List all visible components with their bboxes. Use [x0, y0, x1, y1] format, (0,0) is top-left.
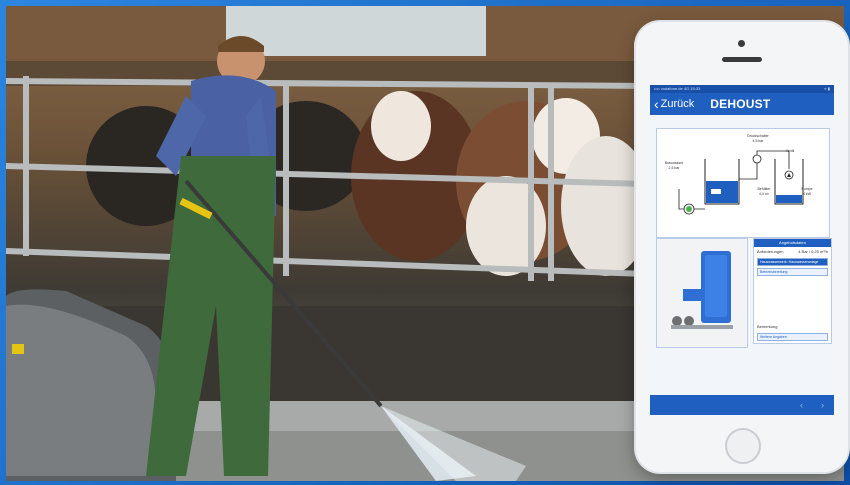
- carrier-text: •••• vodafone.de 4G 15:33: [654, 86, 701, 91]
- remarks-field[interactable]: Weitere Angaben: [757, 333, 828, 341]
- form-header: Angebotsdaten: [754, 239, 831, 247]
- system-diagram-card[interactable]: Brauwasser 2,5 bar Druckschalter 4,5 bar…: [656, 128, 830, 238]
- quote-form-card: Angebotsdaten Anforderungen 4 Bar / 0.25…: [753, 238, 832, 344]
- chevron-left-icon: ‹: [654, 96, 659, 112]
- battery-icon: ⋄ ▮: [824, 86, 830, 91]
- inlet-sub-label: 2,5 bar: [668, 166, 680, 170]
- bottom-toolbar: ‹ ›: [650, 395, 834, 415]
- back-label: Zurück: [660, 98, 695, 110]
- nav-bar: ‹ Zurück DEHOUST: [650, 93, 834, 115]
- next-button[interactable]: ›: [821, 400, 824, 410]
- form-row-remarks: Bemerkung: [757, 324, 778, 329]
- product-image-card[interactable]: [656, 238, 748, 348]
- pump-sub-label: 4 kW: [803, 192, 811, 196]
- operation-select[interactable]: Betriebsbereitung: [757, 268, 828, 276]
- system-select[interactable]: Hauswasserwerk: Hauswasseranlage: [757, 258, 828, 266]
- pump-label: Pumpe: [801, 187, 813, 191]
- system-diagram: [678, 150, 804, 215]
- water-unit-image: [657, 239, 747, 347]
- inlet-label: Brauwasser: [664, 161, 684, 165]
- smartphone: •••• vodafone.de 4G 15:33 ⋄ ▮ ‹ Zurück D…: [636, 22, 848, 472]
- previous-button[interactable]: ‹: [800, 400, 803, 410]
- front-camera: [738, 40, 745, 47]
- form-spacer: [754, 278, 831, 322]
- back-button[interactable]: ‹ Zurück: [654, 97, 694, 111]
- app-screen: •••• vodafone.de 4G 15:33 ⋄ ▮ ‹ Zurück D…: [650, 85, 834, 415]
- earpiece-speaker: [722, 57, 762, 62]
- valve-label: Ventil: [785, 149, 795, 153]
- status-bar: •••• vodafone.de 4G 15:33 ⋄ ▮: [650, 85, 834, 93]
- requirements-value: 4 Bar / 0.25 m³/h: [798, 249, 828, 254]
- pressure-sub-label: 4,5 bar: [752, 139, 764, 143]
- brand-logo: DEHOUST: [710, 97, 771, 111]
- form-row-requirements: Anforderungen 4 Bar / 0.25 m³/h: [754, 247, 831, 256]
- home-button[interactable]: [725, 428, 761, 464]
- tank-sub-label: 4,0 m³: [759, 192, 769, 196]
- requirements-label: Anforderungen: [757, 249, 784, 254]
- tank-label: Behälter: [757, 187, 771, 191]
- pressure-label: Druckschalter: [747, 134, 769, 138]
